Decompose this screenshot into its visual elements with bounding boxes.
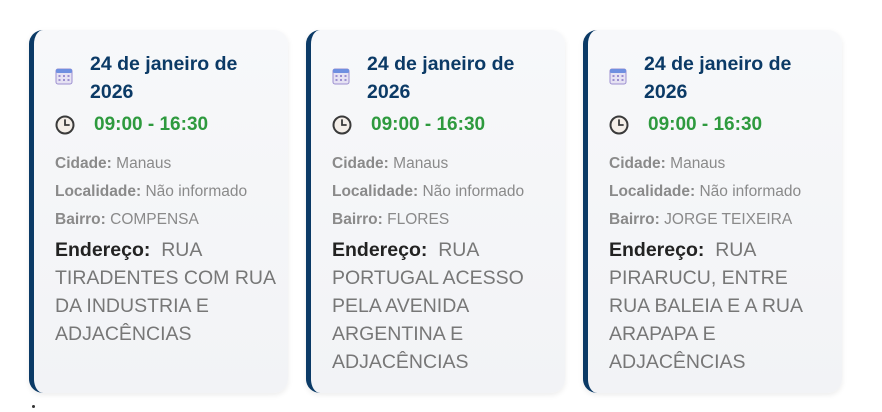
outage-time: 09:00 - 16:30 bbox=[371, 114, 486, 135]
clock-icon bbox=[609, 115, 629, 135]
address-label: Endereço: bbox=[609, 239, 705, 261]
locality-value: Não informado bbox=[422, 183, 525, 200]
clock-icon bbox=[55, 115, 75, 135]
decorative-dot bbox=[32, 405, 35, 408]
city-value: Manaus bbox=[670, 155, 726, 172]
district-value: JORGE TEIXEIRA bbox=[664, 211, 793, 228]
outage-card: 24 de janeiro de 2026 09:00 - 16:30 Cida… bbox=[29, 30, 288, 393]
locality-row: Localidade: Não informado bbox=[55, 178, 276, 206]
locality-row: Localidade: Não informado bbox=[332, 178, 553, 206]
outage-date: 24 de janeiro de 2026 bbox=[644, 53, 792, 103]
locality-value: Não informado bbox=[699, 183, 802, 200]
locality-value: Não informado bbox=[145, 183, 248, 200]
outage-time: 09:00 - 16:30 bbox=[94, 114, 209, 135]
outage-card: 24 de janeiro de 2026 09:00 - 16:30 Cida… bbox=[306, 30, 565, 393]
calendar-icon bbox=[609, 68, 627, 85]
address-label: Endereço: bbox=[55, 239, 151, 261]
address-row: Endereço: RUA PIRARUCU, ENTRE RUA BALEIA… bbox=[609, 236, 830, 376]
city-label: Cidade: bbox=[55, 155, 112, 172]
locality-row: Localidade: Não informado bbox=[609, 178, 830, 206]
address-label: Endereço: bbox=[332, 239, 428, 261]
district-value: COMPENSA bbox=[110, 211, 199, 228]
address-row: Endereço: RUA PORTUGAL ACESSO PELA AVENI… bbox=[332, 236, 553, 376]
district-row: Bairro: JORGE TEIXEIRA bbox=[609, 206, 830, 234]
locality-label: Localidade: bbox=[332, 183, 419, 200]
calendar-icon bbox=[332, 68, 350, 85]
district-label: Bairro: bbox=[609, 211, 660, 228]
city-row: Cidade: Manaus bbox=[332, 150, 553, 178]
district-value: FLORES bbox=[387, 211, 450, 228]
address-row: Endereço: RUA TIRADENTES COM RUA DA INDU… bbox=[55, 236, 276, 348]
city-label: Cidade: bbox=[332, 155, 389, 172]
district-label: Bairro: bbox=[332, 211, 383, 228]
calendar-icon bbox=[55, 68, 73, 85]
district-row: Bairro: FLORES bbox=[332, 206, 553, 234]
outage-date: 24 de janeiro de 2026 bbox=[90, 53, 238, 103]
city-value: Manaus bbox=[116, 155, 172, 172]
city-row: Cidade: Manaus bbox=[55, 150, 276, 178]
outage-time: 09:00 - 16:30 bbox=[648, 114, 763, 135]
outage-card: 24 de janeiro de 2026 09:00 - 16:30 Cida… bbox=[583, 30, 842, 393]
district-label: Bairro: bbox=[55, 211, 106, 228]
city-row: Cidade: Manaus bbox=[609, 150, 830, 178]
city-value: Manaus bbox=[393, 155, 449, 172]
outage-cards-list: 24 de janeiro de 2026 09:00 - 16:30 Cida… bbox=[29, 30, 842, 393]
city-label: Cidade: bbox=[609, 155, 666, 172]
locality-label: Localidade: bbox=[609, 183, 696, 200]
outage-date: 24 de janeiro de 2026 bbox=[367, 53, 515, 103]
clock-icon bbox=[332, 115, 352, 135]
district-row: Bairro: COMPENSA bbox=[55, 206, 276, 234]
locality-label: Localidade: bbox=[55, 183, 142, 200]
